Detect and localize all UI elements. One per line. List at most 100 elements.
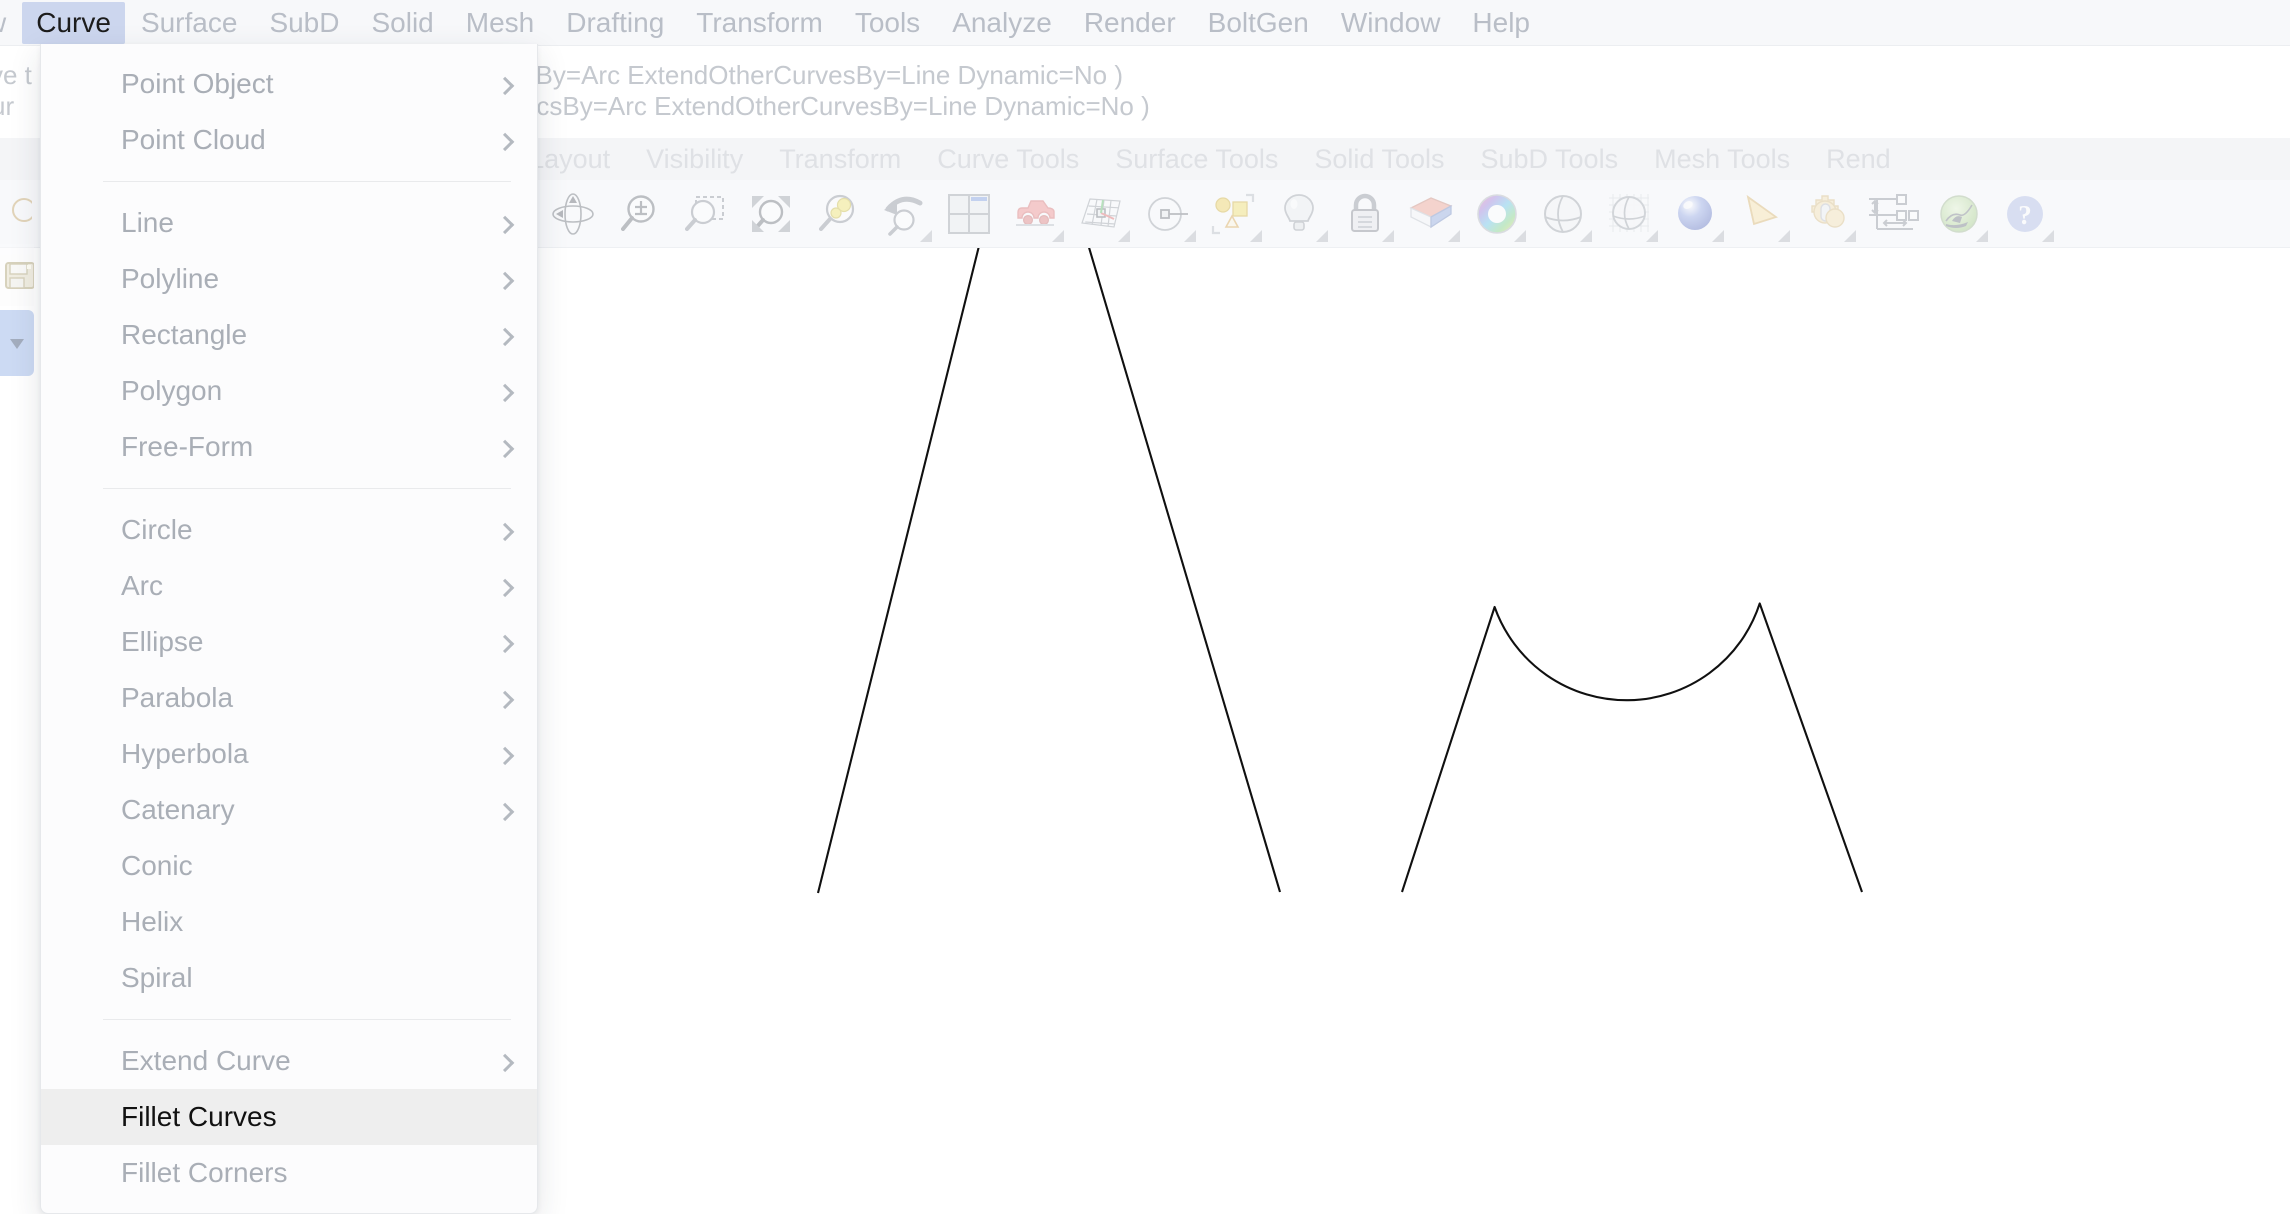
ribbon-tab-solid-tools[interactable]: Solid Tools (1296, 146, 1462, 173)
menu-item-drafting[interactable]: Drafting (550, 3, 680, 43)
menu-item-surface[interactable]: Surface (125, 3, 254, 43)
curve-dropdown-menu[interactable]: Point Object Point Cloud Line Polyline R… (40, 44, 538, 1214)
camera-cone-icon[interactable] (1728, 183, 1794, 245)
menu-item-fillet-corners[interactable]: Fillet Corners (41, 1145, 537, 1201)
flyout-corner-icon[interactable] (1514, 230, 1526, 242)
menu-item-tools[interactable]: Tools (839, 3, 936, 43)
menu-item-spiral[interactable]: Spiral (41, 950, 537, 1006)
ribbon-tab-subd-tools[interactable]: SubD Tools (1462, 146, 1636, 173)
left-dock-circle-tool[interactable] (0, 180, 34, 242)
ribbon-tab-mesh-tools[interactable]: Mesh Tools (1636, 146, 1808, 173)
dropdown-toggle-button[interactable] (0, 310, 34, 376)
flyout-corner-icon[interactable] (1184, 230, 1196, 242)
sharp-peak-polyline[interactable] (818, 248, 1280, 893)
flyout-corner-icon[interactable] (920, 230, 932, 242)
ribbon-tab-surface-tools[interactable]: Surface Tools (1097, 146, 1296, 173)
flyout-corner-icon[interactable] (1448, 230, 1460, 242)
menu-item-mesh[interactable]: Mesh (450, 3, 550, 43)
named-view-car-icon[interactable] (1002, 183, 1068, 245)
menu-item-label: Point Cloud (121, 126, 266, 154)
menu-item-transform[interactable]: Transform (680, 3, 839, 43)
menu-item-catenary[interactable]: Catenary (41, 782, 537, 838)
flyout-corner-icon[interactable] (1580, 230, 1592, 242)
menu-item-conic[interactable]: Conic (41, 838, 537, 894)
menu-item-curve[interactable]: Curve (22, 2, 125, 44)
ribbon-tab-curve-tools[interactable]: Curve Tools (919, 146, 1097, 173)
menu-item-analyze[interactable]: Analyze (936, 3, 1068, 43)
gears-icon[interactable] (1794, 183, 1860, 245)
ghosted-sphere-grid-icon[interactable] (1596, 183, 1662, 245)
flyout-corner-icon[interactable] (1250, 230, 1262, 242)
viewport-layout-icon[interactable] (936, 183, 1002, 245)
menu-item-fillet-curves[interactable]: Fillet Curves (41, 1089, 537, 1145)
flyout-corner-icon[interactable] (2042, 230, 2054, 242)
zoom-plus-minus-icon[interactable] (606, 183, 672, 245)
render-preview-icon[interactable] (1926, 183, 1992, 245)
ribbon-tab-visibility[interactable]: Visibility (628, 146, 761, 173)
menu-item-subd[interactable]: SubD (253, 3, 355, 43)
menu-item-window-clipped[interactable]: w (0, 3, 22, 43)
light-bulb-icon[interactable] (1266, 183, 1332, 245)
save-icon[interactable] (0, 244, 34, 306)
menu-item-help[interactable]: Help (1456, 3, 1546, 43)
menu-item-boltgen[interactable]: BoltGen (1192, 3, 1325, 43)
menu-item-window[interactable]: Window (1325, 3, 1457, 43)
flyout-corner-icon[interactable] (1052, 230, 1064, 242)
zoom-extents-icon[interactable] (738, 183, 804, 245)
menu-item-polygon[interactable]: Polygon (41, 363, 537, 419)
rendered-sphere-icon[interactable] (1662, 183, 1728, 245)
select-objects-icon[interactable] (1200, 183, 1266, 245)
menu-item-helix[interactable]: Helix (41, 894, 537, 950)
menu-item-extend-curve[interactable]: Extend Curve (41, 1033, 537, 1089)
undo-view-icon[interactable] (870, 183, 936, 245)
zoom-window-icon[interactable] (672, 183, 738, 245)
chevron-right-icon (496, 579, 514, 597)
menu-item-ellipse[interactable]: Ellipse (41, 614, 537, 670)
color-wheel-icon[interactable] (1464, 183, 1530, 245)
left-dock-panel (0, 180, 34, 440)
menu-item-chamfer-curves[interactable]: Chamfer Curves (41, 1201, 537, 1214)
chevron-right-icon (496, 440, 514, 458)
menu-item-polyline[interactable]: Polyline (41, 251, 537, 307)
menu-item-solid[interactable]: Solid (355, 3, 449, 43)
flyout-corner-icon[interactable] (1316, 230, 1328, 242)
command-history-line-2-left: cur (0, 91, 14, 121)
ribbon-tab-render[interactable]: Rend (1808, 146, 1909, 173)
ribbon-tab-transform[interactable]: Transform (761, 146, 919, 173)
set-cplane-origin-icon[interactable] (1134, 183, 1200, 245)
dimension-icon[interactable] (1860, 183, 1926, 245)
menu-item-point-object[interactable]: Point Object (41, 56, 537, 112)
menu-item-point-cloud[interactable]: Point Cloud (41, 112, 537, 168)
menu-item-label: Fillet Curves (121, 1103, 277, 1131)
menu-item-render[interactable]: Render (1068, 3, 1192, 43)
menu-item-parabola[interactable]: Parabola (41, 670, 537, 726)
flyout-corner-icon[interactable] (1778, 230, 1790, 242)
menu-item-circle[interactable]: Circle (41, 502, 537, 558)
menu-separator (103, 1019, 511, 1020)
menu-item-free-form[interactable]: Free-Form (41, 419, 537, 475)
zoom-selected-icon[interactable] (804, 183, 870, 245)
filleted-peak-curve[interactable] (1402, 603, 1862, 892)
menu-separator (103, 488, 511, 489)
flyout-corner-icon[interactable] (1976, 230, 1988, 242)
flyout-corner-icon[interactable] (1382, 230, 1394, 242)
cplane-grid-icon[interactable] (1068, 183, 1134, 245)
flyout-corner-icon[interactable] (1712, 230, 1724, 242)
menu-item-label: Point Object (121, 70, 274, 98)
flyout-corner-icon[interactable] (1844, 230, 1856, 242)
menu-item-arc[interactable]: Arc (41, 558, 537, 614)
lock-icon[interactable] (1332, 183, 1398, 245)
flyout-corner-icon[interactable] (1646, 230, 1658, 242)
menu-item-line[interactable]: Line (41, 195, 537, 251)
application-menu-bar[interactable]: w Curve Surface SubD Solid Mesh Drafting… (0, 0, 2290, 46)
menu-item-label: Fillet Corners (121, 1159, 287, 1187)
help-icon[interactable]: ? (1992, 183, 2058, 245)
menu-item-hyperbola[interactable]: Hyperbola (41, 726, 537, 782)
menu-item-label: Extend Curve (121, 1047, 291, 1075)
rotate-view-icon[interactable] (540, 183, 606, 245)
flyout-corner-icon[interactable] (1118, 230, 1130, 242)
layers-icon[interactable] (1398, 183, 1464, 245)
shaded-sphere-icon[interactable] (1530, 183, 1596, 245)
menu-item-rectangle[interactable]: Rectangle (41, 307, 537, 363)
menu-item-label: Parabola (121, 684, 233, 712)
